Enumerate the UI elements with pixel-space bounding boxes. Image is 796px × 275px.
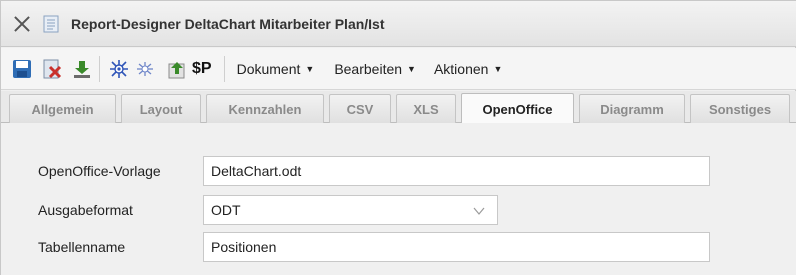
menu-bearbeiten[interactable]: Bearbeiten ▼ bbox=[334, 61, 416, 77]
tab-layout[interactable]: Layout bbox=[121, 94, 201, 123]
table-name-value: Positionen bbox=[211, 239, 277, 255]
report-designer-window: Report-Designer DeltaChart Mitarbeiter P… bbox=[0, 0, 796, 275]
chevron-down-icon bbox=[473, 207, 485, 215]
tab-xls[interactable]: XLS bbox=[396, 94, 456, 123]
upload-icon[interactable] bbox=[166, 58, 188, 80]
template-value: DeltaChart.odt bbox=[211, 163, 302, 179]
tab-sonstiges[interactable]: Sonstiges bbox=[690, 94, 790, 123]
download-icon[interactable] bbox=[71, 58, 93, 80]
template-input[interactable]: DeltaChart.odt bbox=[203, 156, 710, 186]
output-format-select[interactable]: ODT bbox=[203, 195, 498, 225]
menu-bearbeiten-label: Bearbeiten bbox=[334, 60, 403, 77]
chevron-down-icon: ▼ bbox=[305, 63, 315, 74]
close-icon[interactable] bbox=[13, 15, 31, 33]
table-name-input[interactable]: Positionen bbox=[203, 232, 710, 262]
openoffice-form: OpenOffice-Vorlage DeltaChart.odt Ausgab… bbox=[23, 139, 783, 272]
tab-diagramm[interactable]: Diagramm bbox=[579, 94, 685, 123]
menu-aktionen[interactable]: Aktionen ▼ bbox=[434, 61, 502, 77]
tab-bar: Allgemein Layout Kennzahlen CSV XLS Open… bbox=[1, 91, 796, 124]
tab-kennzahlen[interactable]: Kennzahlen bbox=[206, 94, 324, 123]
toolbar: $P Dokument ▼ Bearbeiten ▼ Aktionen ▼ bbox=[1, 48, 796, 90]
preview-icon[interactable] bbox=[108, 58, 130, 80]
table-name-label: Tabellenname bbox=[38, 239, 126, 255]
chevron-down-icon: ▼ bbox=[407, 63, 416, 74]
title-bar: Report-Designer DeltaChart Mitarbeiter P… bbox=[1, 1, 796, 47]
output-format-label: Ausgabeformat bbox=[38, 202, 133, 218]
tab-csv[interactable]: CSV bbox=[329, 94, 391, 123]
preview-dim-icon[interactable] bbox=[134, 58, 156, 80]
template-label: OpenOffice-Vorlage bbox=[38, 163, 161, 179]
menu-dokument[interactable]: Dokument ▼ bbox=[237, 61, 315, 77]
menu-dokument-label: Dokument bbox=[236, 60, 301, 77]
openoffice-tab-panel: OpenOffice-Vorlage DeltaChart.odt Ausgab… bbox=[1, 123, 796, 275]
chevron-down-icon: ▼ bbox=[493, 63, 503, 74]
menu-aktionen-label: Aktionen bbox=[433, 60, 489, 77]
document-icon bbox=[43, 15, 59, 32]
toolbar-separator bbox=[99, 55, 100, 82]
toolbar-separator bbox=[223, 55, 225, 82]
window-title: Report-Designer DeltaChart Mitarbeiter P… bbox=[71, 15, 385, 32]
delete-report-icon[interactable] bbox=[41, 58, 63, 80]
dollar-p-button[interactable]: $P bbox=[192, 60, 212, 78]
output-format-value: ODT bbox=[211, 202, 241, 218]
save-icon[interactable] bbox=[11, 58, 33, 80]
tab-openoffice[interactable]: OpenOffice bbox=[461, 93, 574, 124]
tab-allgemein[interactable]: Allgemein bbox=[9, 94, 116, 123]
